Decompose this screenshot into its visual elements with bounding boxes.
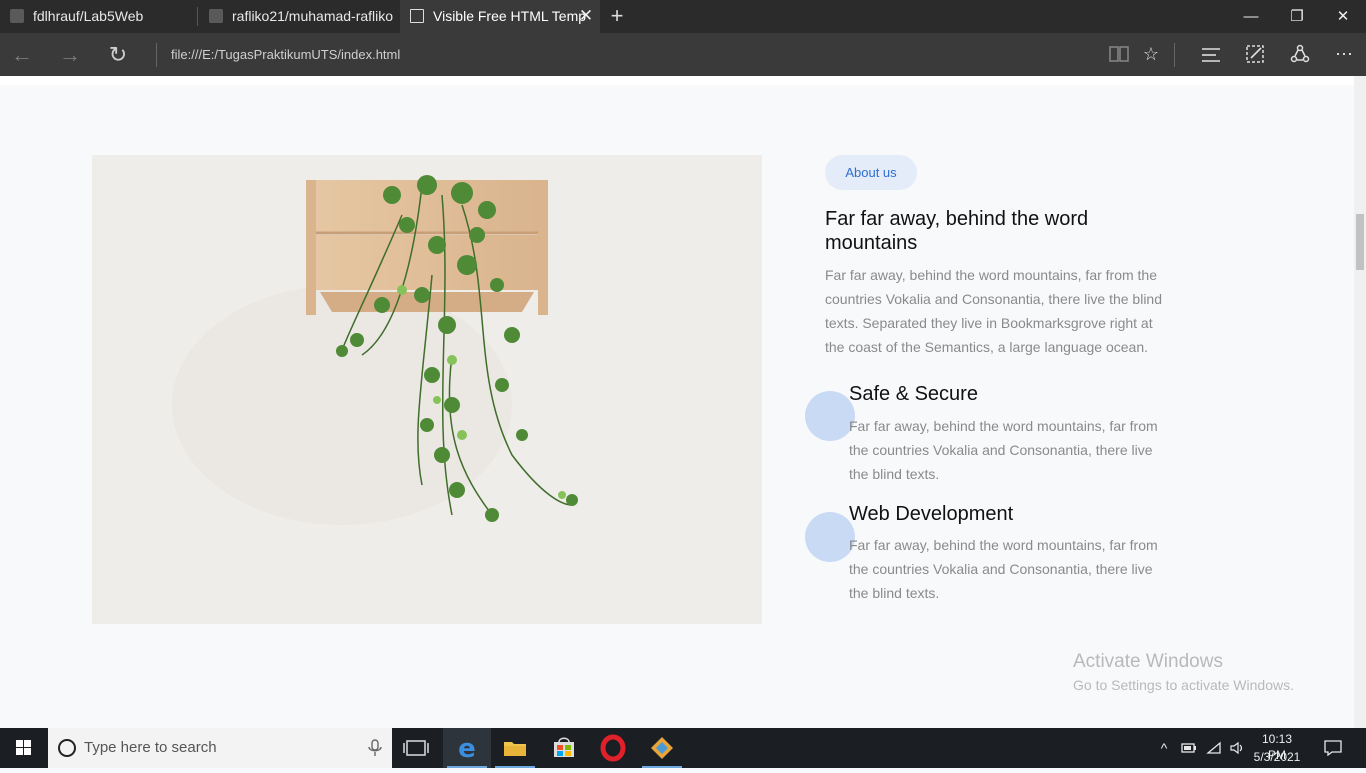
notifications-icon[interactable]: [1316, 728, 1350, 768]
opera-icon[interactable]: [589, 728, 637, 768]
tab-bar: fdlhrauf/Lab5Web rafliko21/muhamad-rafli…: [0, 0, 1366, 33]
feature-icon: [805, 391, 855, 441]
clock-date[interactable]: 5/3/2021: [1252, 749, 1302, 765]
search-placeholder: Type here to search: [84, 739, 217, 756]
tab-title: fdlhrauf/Lab5Web: [33, 8, 144, 24]
store-icon[interactable]: [540, 728, 588, 768]
web-note-icon[interactable]: [1235, 33, 1275, 76]
taskbar-search[interactable]: Type here to search: [48, 728, 392, 768]
start-button[interactable]: [0, 728, 48, 768]
tab-separator: [197, 7, 198, 26]
feature-title: Safe & Secure: [849, 383, 978, 405]
navigation-bar: ← → ↻ ☆ ⋯: [0, 33, 1366, 76]
header-strip: [0, 76, 1354, 85]
tab-visible-template[interactable]: Visible Free HTML Temp: [400, 0, 600, 33]
git-app-icon[interactable]: [638, 728, 686, 768]
wifi-icon[interactable]: [1203, 728, 1225, 768]
github-icon: [10, 9, 24, 23]
scrollbar-thumb[interactable]: [1356, 214, 1364, 270]
volume-icon[interactable]: [1226, 728, 1248, 768]
feature-text: Far far away, behind the word mountains,…: [849, 418, 1158, 482]
taskbar: Type here to search e ^ 10:13 PM 5/3/202…: [0, 728, 1366, 768]
battery-icon[interactable]: [1178, 728, 1200, 768]
edge-taskbar-icon[interactable]: e: [443, 728, 491, 768]
microphone-icon[interactable]: [366, 739, 384, 757]
file-explorer-icon[interactable]: [491, 728, 539, 768]
github-icon: [209, 9, 223, 23]
about-heading: Far far away, behind the word mountains: [825, 208, 1089, 254]
tab-muhamad-rafliko[interactable]: rafliko21/muhamad-rafliko: [199, 0, 399, 33]
new-tab-icon[interactable]: +: [606, 4, 628, 28]
divider: [156, 43, 157, 67]
more-icon[interactable]: ⋯: [1324, 33, 1364, 76]
feature-title: Web Development: [849, 503, 1014, 525]
refresh-icon[interactable]: ↻: [96, 33, 140, 76]
about-us-badge: About us: [825, 155, 917, 190]
tab-lab5web[interactable]: fdlhrauf/Lab5Web: [0, 0, 198, 33]
back-icon[interactable]: ←: [0, 33, 44, 76]
activation-watermark-title: Activate Windows: [1073, 651, 1223, 672]
scrollbar[interactable]: [1354, 76, 1366, 728]
close-window-icon[interactable]: ✕: [1320, 0, 1366, 33]
tab-title: Visible Free HTML Temp: [433, 8, 587, 24]
favorite-star-icon[interactable]: ☆: [1131, 33, 1171, 76]
page-icon: [410, 9, 424, 23]
task-view-icon[interactable]: [392, 728, 440, 768]
web-page: About us Far far away, behind the word m…: [0, 76, 1354, 694]
feature-text: Far far away, behind the word mountains,…: [849, 537, 1158, 601]
divider: [1174, 43, 1175, 67]
forward-icon[interactable]: →: [48, 33, 92, 76]
minimize-icon[interactable]: —: [1228, 0, 1274, 33]
feature-icon: [805, 512, 855, 562]
svg-text:e: e: [458, 734, 476, 764]
cortana-icon: [58, 739, 76, 757]
share-icon[interactable]: [1280, 33, 1320, 76]
restore-icon[interactable]: ❐: [1274, 0, 1320, 33]
hub-icon[interactable]: [1191, 33, 1231, 76]
plant-image: [92, 155, 762, 624]
close-tab-icon[interactable]: ✕: [577, 6, 595, 26]
tab-title: rafliko21/muhamad-rafliko: [232, 8, 394, 24]
activation-watermark-text: Go to Settings to activate Windows.: [1073, 677, 1294, 693]
show-hidden-icons-icon[interactable]: ^: [1154, 728, 1174, 768]
about-paragraph: Far far away, behind the word mountains,…: [825, 267, 1162, 355]
address-bar[interactable]: [171, 45, 1071, 65]
